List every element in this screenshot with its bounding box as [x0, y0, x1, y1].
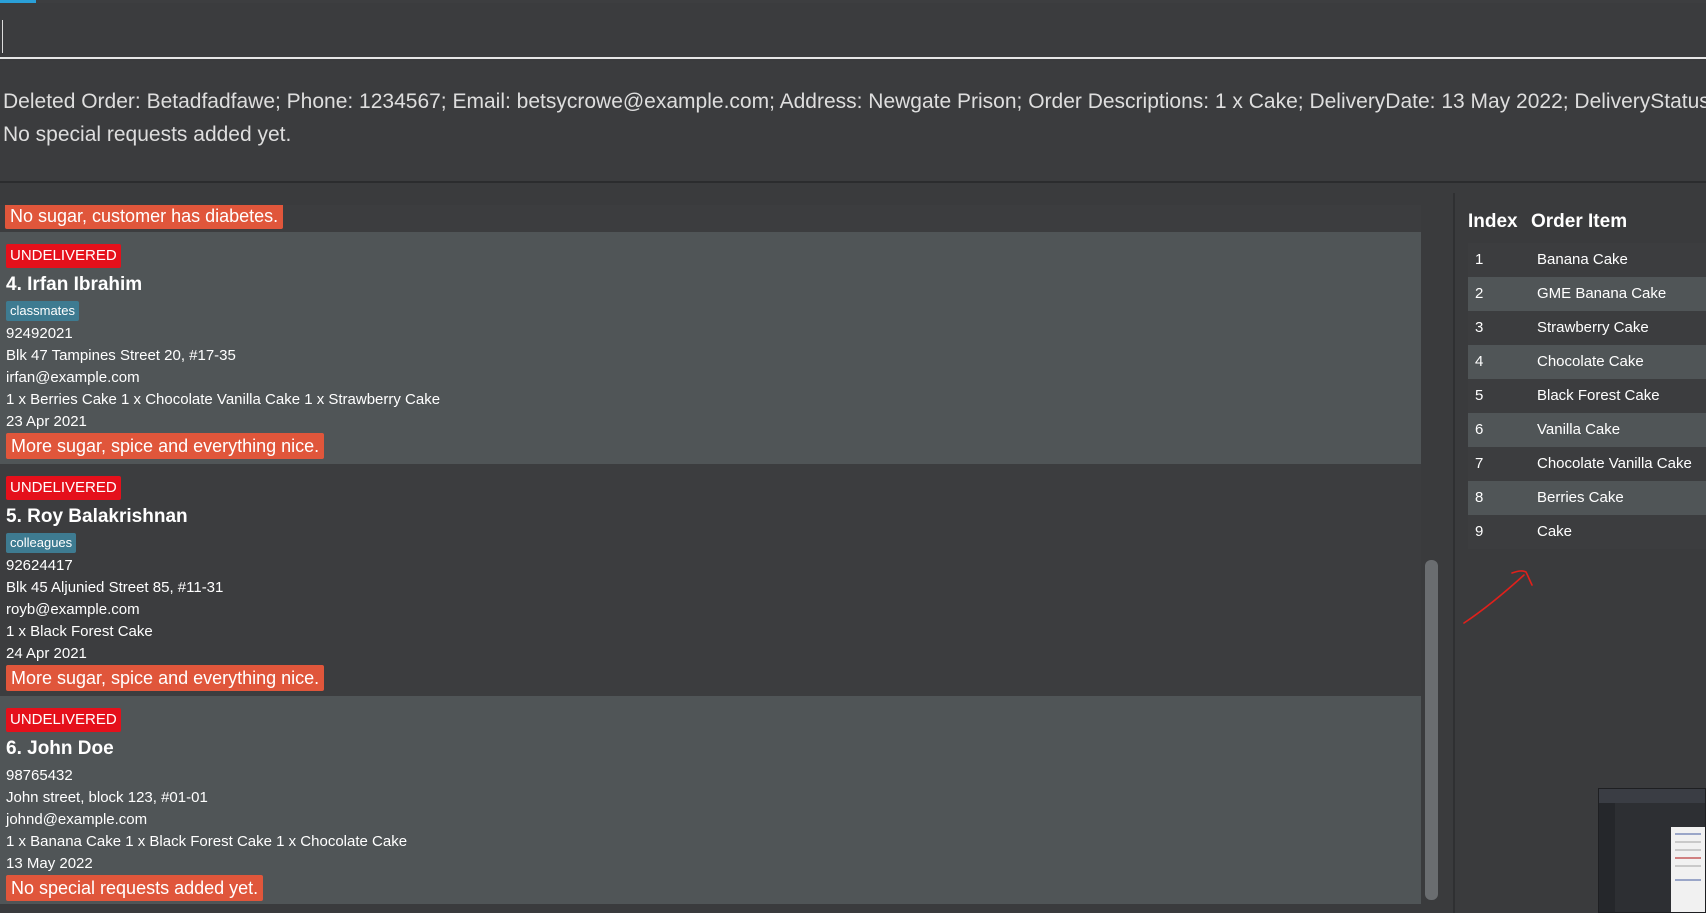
- result-message-line: Deleted Order: Betadfadfawe; Phone: 1234…: [3, 90, 1706, 113]
- order-delivery-date: 24 Apr 2021: [6, 645, 87, 662]
- column-header-index[interactable]: Index: [1468, 211, 1518, 233]
- order-address: Blk 47 Tampines Street 20, #17-35: [6, 347, 236, 364]
- special-request-badge: More sugar, spice and everything nice.: [6, 665, 325, 691]
- row-index: 4: [1475, 353, 1484, 370]
- command-input[interactable]: [0, 3, 1706, 57]
- customer-tag: colleagues: [6, 533, 77, 553]
- app-window: Deleted Order: Betadfadfawe; Phone: 1234…: [0, 0, 1706, 913]
- table-row[interactable]: 2 GME Banana Cake: [1468, 277, 1706, 311]
- delivery-status-badge: UNDELIVERED: [6, 244, 121, 268]
- customer-tag: classmates: [6, 301, 80, 321]
- thumbnail-line: [1675, 879, 1701, 881]
- order-phone: 92624417: [6, 557, 73, 574]
- thumbnail-document: [1671, 827, 1705, 912]
- order-title: 5. Roy Balakrishnan: [6, 506, 188, 527]
- order-phone: 92492021: [6, 325, 73, 342]
- row-order-item: Chocolate Cake: [1537, 353, 1644, 370]
- thumbnail-line: [1675, 833, 1701, 835]
- row-index: 5: [1475, 387, 1484, 404]
- row-index: 7: [1475, 455, 1484, 472]
- order-delivery-date: 13 May 2022: [6, 855, 93, 872]
- order-phone: 98765432: [6, 767, 73, 784]
- row-index: 8: [1475, 489, 1484, 506]
- row-order-item: Black Forest Cake: [1537, 387, 1660, 404]
- result-display: Deleted Order: Betadfadfawe; Phone: 1234…: [0, 61, 1706, 183]
- order-title: 6. John Doe: [6, 738, 114, 759]
- order-email: johnd@example.com: [6, 811, 148, 828]
- row-order-item: Vanilla Cake: [1537, 421, 1621, 438]
- window-thumbnail-preview: [1598, 788, 1706, 913]
- table-row[interactable]: 5 Black Forest Cake: [1468, 379, 1706, 413]
- table-row[interactable]: 1 Banana Cake: [1468, 243, 1706, 277]
- order-description: 1 x Banana Cake 1 x Black Forest Cake 1 …: [6, 833, 408, 850]
- row-order-item: GME Banana Cake: [1537, 285, 1667, 302]
- order-address: John street, block 123, #01-01: [6, 789, 208, 806]
- special-request-badge: No special requests added yet.: [6, 875, 264, 901]
- order-card[interactable]: UNDELIVERED 6. John Doe 98765432 John st…: [0, 696, 1421, 904]
- thumbnail-header: [1599, 789, 1705, 803]
- thumbnail-line: [1675, 849, 1701, 851]
- row-order-item: Cake: [1537, 523, 1573, 540]
- row-index: 3: [1475, 319, 1484, 336]
- thumbnail-line: [1675, 857, 1701, 859]
- thumbnail-sidebar: [1599, 803, 1615, 912]
- row-order-item: Banana Cake: [1537, 251, 1628, 268]
- order-title: 4. Irfan Ibrahim: [6, 274, 143, 295]
- order-card-partial[interactable]: No sugar, customer has diabetes.: [0, 205, 1421, 232]
- annotation-arrow-icon: [1463, 570, 1533, 624]
- order-list[interactable]: No sugar, customer has diabetes. UNDELIV…: [0, 205, 1421, 905]
- row-index: 9: [1475, 523, 1484, 540]
- row-index: 6: [1475, 421, 1484, 438]
- order-description: 1 x Berries Cake 1 x Chocolate Vanilla C…: [6, 391, 441, 408]
- order-description: 1 x Black Forest Cake: [6, 623, 153, 640]
- thumbnail-line: [1675, 841, 1701, 843]
- result-message-line: No special requests added yet.: [3, 123, 292, 146]
- order-email: royb@example.com: [6, 601, 140, 618]
- special-request-badge: More sugar, spice and everything nice.: [6, 433, 325, 459]
- row-index: 2: [1475, 285, 1484, 302]
- order-card[interactable]: UNDELIVERED 4. Irfan Ibrahim classmates …: [0, 232, 1421, 464]
- delivery-status-badge: UNDELIVERED: [6, 708, 121, 732]
- order-card[interactable]: UNDELIVERED 5. Roy Balakrishnan colleagu…: [0, 464, 1421, 696]
- table-row[interactable]: 7 Chocolate Vanilla Cake: [1468, 447, 1706, 481]
- column-header-order-item[interactable]: Order Item: [1531, 211, 1627, 233]
- panel-divider[interactable]: [1453, 193, 1455, 913]
- row-order-item: Chocolate Vanilla Cake: [1537, 455, 1692, 472]
- row-index: 1: [1475, 251, 1484, 268]
- table-row[interactable]: 9 Cake: [1468, 515, 1706, 549]
- table-row[interactable]: 6 Vanilla Cake: [1468, 413, 1706, 447]
- command-box[interactable]: [0, 3, 1706, 59]
- thumbnail-line: [1675, 865, 1701, 867]
- table-row[interactable]: 3 Strawberry Cake: [1468, 311, 1706, 345]
- order-delivery-date: 23 Apr 2021: [6, 413, 87, 430]
- order-item-table[interactable]: Index Order Item 1 Banana Cake 2 GME Ban…: [1468, 205, 1706, 549]
- order-address: Blk 45 Aljunied Street 85, #11-31: [6, 579, 224, 596]
- text-caret: [2, 20, 3, 53]
- row-order-item: Berries Cake: [1537, 489, 1624, 506]
- order-email: irfan@example.com: [6, 369, 140, 386]
- special-request-badge: No sugar, customer has diabetes.: [5, 205, 284, 229]
- delivery-status-badge: UNDELIVERED: [6, 476, 121, 500]
- order-list-scrollbar-thumb[interactable]: [1425, 560, 1438, 900]
- table-header: Index Order Item: [1468, 205, 1706, 243]
- table-row[interactable]: 4 Chocolate Cake: [1468, 345, 1706, 379]
- table-row[interactable]: 8 Berries Cake: [1468, 481, 1706, 515]
- row-order-item: Strawberry Cake: [1537, 319, 1649, 336]
